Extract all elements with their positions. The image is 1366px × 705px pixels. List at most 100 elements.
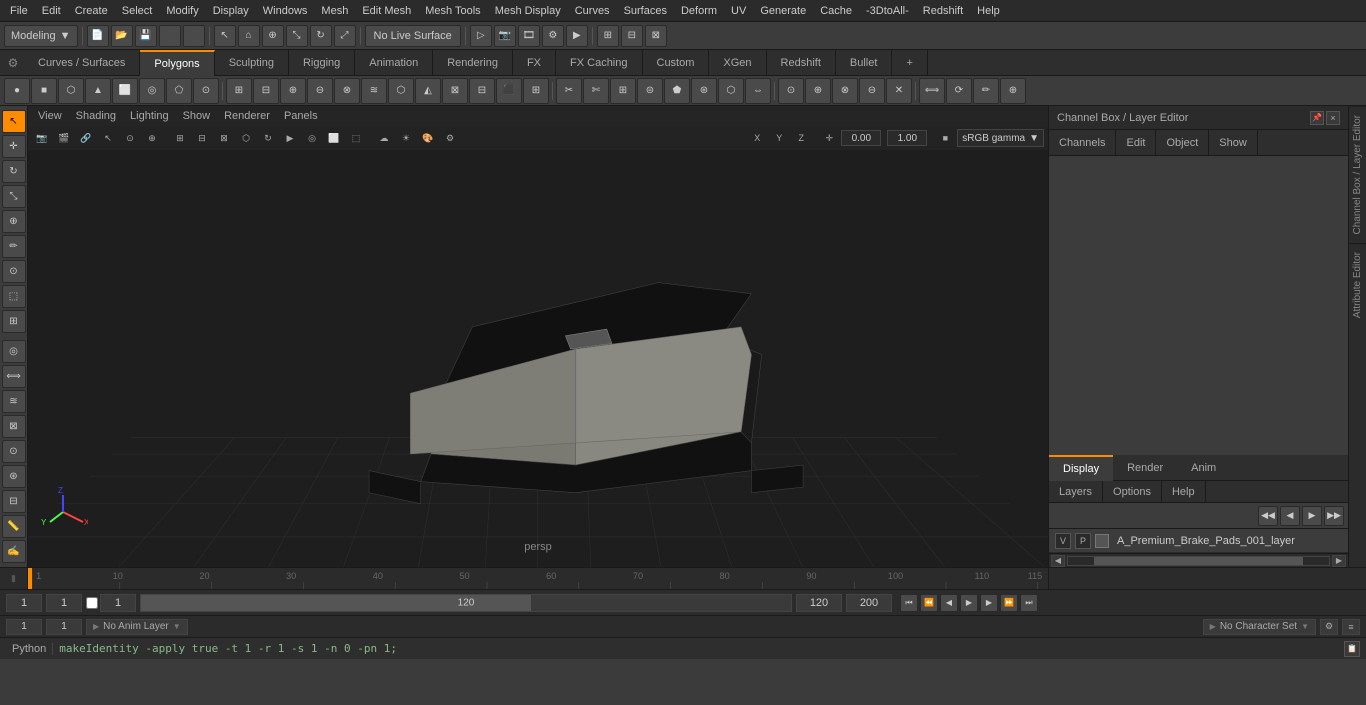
- pb-start[interactable]: ⏮: [900, 594, 918, 612]
- lasso-btn[interactable]: ⌂: [238, 25, 260, 47]
- pb-play[interactable]: ▶: [960, 594, 978, 612]
- tab-curves-surfaces[interactable]: Curves / Surfaces: [24, 50, 140, 76]
- menu-uv[interactable]: UV: [725, 3, 752, 19]
- anim-layer-dropdown[interactable]: ▶ No Anim Layer ▼: [86, 619, 188, 635]
- shelf-chamfer[interactable]: ⬡: [718, 78, 744, 104]
- tab-redshift[interactable]: Redshift: [767, 50, 836, 76]
- char-set-dropdown[interactable]: ▶ No Character Set ▼: [1203, 619, 1316, 635]
- menu-edit[interactable]: Edit: [36, 3, 67, 19]
- mode-dropdown[interactable]: Modeling ▼: [4, 25, 78, 47]
- menu-meshtools[interactable]: Mesh Tools: [419, 3, 486, 19]
- vp-z[interactable]: Z: [791, 128, 811, 148]
- shelf-torus[interactable]: ◎: [139, 78, 165, 104]
- tool-softsel[interactable]: ◎: [2, 340, 26, 363]
- shelf-subdiv[interactable]: ⬡: [388, 78, 414, 104]
- vp-col[interactable]: 🎨: [418, 128, 438, 148]
- menu-surfaces[interactable]: Surfaces: [618, 3, 673, 19]
- tool-pivot[interactable]: ⊙: [2, 440, 26, 463]
- menu-3dtall[interactable]: -3DtoAll-: [860, 3, 915, 19]
- scroll-left-btn[interactable]: ◀: [1051, 555, 1065, 567]
- new-btn[interactable]: 📄: [87, 25, 109, 47]
- layer-prev2-btn[interactable]: ◀: [1280, 506, 1300, 526]
- shelf-paint[interactable]: ✏: [973, 78, 999, 104]
- tool-scale[interactable]: ⤡: [2, 185, 26, 208]
- vp-menu-view[interactable]: View: [32, 110, 68, 122]
- vp-light[interactable]: ☀: [396, 128, 416, 148]
- shelf-knife[interactable]: ✂: [556, 78, 582, 104]
- undo-btn[interactable]: [159, 25, 181, 47]
- viewport[interactable]: View Shading Lighting Show Renderer Pane…: [28, 106, 1048, 567]
- vp-value1-input[interactable]: [841, 130, 881, 146]
- shelf-boolunion[interactable]: ⊕: [280, 78, 306, 104]
- bottom-input2[interactable]: [46, 619, 82, 635]
- menu-create[interactable]: Create: [69, 3, 114, 19]
- menu-meshdisplay[interactable]: Mesh Display: [489, 3, 567, 19]
- shelf-crease[interactable]: ⊛: [691, 78, 717, 104]
- tab-plus[interactable]: +: [892, 50, 927, 76]
- tool-snap[interactable]: ⊞: [2, 310, 26, 333]
- vp-camera-btn[interactable]: 📷: [32, 128, 52, 148]
- shelf-collapse[interactable]: ⊖: [859, 78, 885, 104]
- vp-sync[interactable]: 🔗: [76, 128, 96, 148]
- tool-region[interactable]: ⬚: [2, 285, 26, 308]
- layer-next-btn[interactable]: ▶: [1302, 506, 1322, 526]
- shelf-fill[interactable]: ⬛: [496, 78, 522, 104]
- timeline-slider[interactable]: 120: [140, 594, 792, 612]
- vp-menu-lighting[interactable]: Lighting: [124, 110, 175, 122]
- shelf-deform[interactable]: ⟳: [946, 78, 972, 104]
- workspaces-btn[interactable]: ⊞: [597, 25, 619, 47]
- shelf-booldiff[interactable]: ⊖: [307, 78, 333, 104]
- vp-rot[interactable]: ↻: [258, 128, 278, 148]
- render-btn[interactable]: ▷: [470, 25, 492, 47]
- tab-anim[interactable]: Anim: [1177, 455, 1230, 481]
- python-copy-btn[interactable]: 📋: [1344, 641, 1360, 657]
- shelf-bridge[interactable]: ⊟: [469, 78, 495, 104]
- shelf-insertedge[interactable]: ⊞: [610, 78, 636, 104]
- tool-paint[interactable]: ⊙: [2, 260, 26, 283]
- menu-help[interactable]: Help: [971, 3, 1006, 19]
- menu-cache[interactable]: Cache: [814, 3, 858, 19]
- tab-fx[interactable]: FX: [513, 50, 556, 76]
- shelf-disk[interactable]: ⊙: [193, 78, 219, 104]
- vp-pan[interactable]: ✛: [819, 128, 839, 148]
- tab-fxcaching[interactable]: FX Caching: [556, 50, 642, 76]
- shelf-multicut[interactable]: ✄: [583, 78, 609, 104]
- shelf-smooth[interactable]: ≋: [361, 78, 387, 104]
- vp-wire[interactable]: ⬚: [346, 128, 366, 148]
- vp-gamma-dropdown[interactable]: sRGB gamma ▼: [957, 129, 1044, 147]
- vp-snap[interactable]: ⊟: [192, 128, 212, 148]
- open-btn[interactable]: 📂: [111, 25, 133, 47]
- shelf-triangulate[interactable]: ◭: [415, 78, 441, 104]
- menu-redshift[interactable]: Redshift: [917, 3, 969, 19]
- vp-camera2[interactable]: 🎬: [54, 128, 74, 148]
- shelf-mirror[interactable]: ⟺: [919, 78, 945, 104]
- panel-close-btn[interactable]: ×: [1326, 111, 1340, 125]
- shelf-target[interactable]: ⊗: [832, 78, 858, 104]
- frame-keyframe-input[interactable]: [100, 594, 136, 612]
- layers-scrollbar[interactable]: ◀ ▶: [1049, 553, 1348, 567]
- shelf-cone[interactable]: ▲: [85, 78, 111, 104]
- vp-select3[interactable]: ⊕: [142, 128, 162, 148]
- vp-isoView[interactable]: ⬡: [236, 128, 256, 148]
- frame-checkbox[interactable]: [86, 597, 98, 609]
- panel-pin-btn[interactable]: 📌: [1310, 111, 1324, 125]
- live-surface-btn[interactable]: No Live Surface: [365, 25, 461, 47]
- shelf-platonic[interactable]: ⬠: [166, 78, 192, 104]
- tool-measure[interactable]: 📏: [2, 515, 26, 538]
- tab-rendering[interactable]: Rendering: [433, 50, 513, 76]
- shelf-delete[interactable]: ✕: [886, 78, 912, 104]
- layer-vis-v[interactable]: V: [1055, 533, 1071, 549]
- rp-object[interactable]: Object: [1156, 130, 1209, 156]
- tool-annotate[interactable]: ✍: [2, 540, 26, 563]
- timeline-ruler[interactable]: 1 10 20 30 40 50 60 70 80 90 100 110 115: [28, 568, 1048, 590]
- scale-btn[interactable]: ⤢: [334, 25, 356, 47]
- vp-select2[interactable]: ⊙: [120, 128, 140, 148]
- tab-render[interactable]: Render: [1113, 455, 1177, 481]
- vtab-channelbox[interactable]: Channel Box / Layer Editor: [1349, 106, 1366, 243]
- tab-xgen[interactable]: XGen: [709, 50, 766, 76]
- menu-generate[interactable]: Generate: [754, 3, 812, 19]
- snapshot-btn[interactable]: 🎞: [518, 25, 540, 47]
- pb-prevframe[interactable]: ◀: [940, 594, 958, 612]
- menu-display[interactable]: Display: [207, 3, 255, 19]
- pb-prev[interactable]: ⏪: [920, 594, 938, 612]
